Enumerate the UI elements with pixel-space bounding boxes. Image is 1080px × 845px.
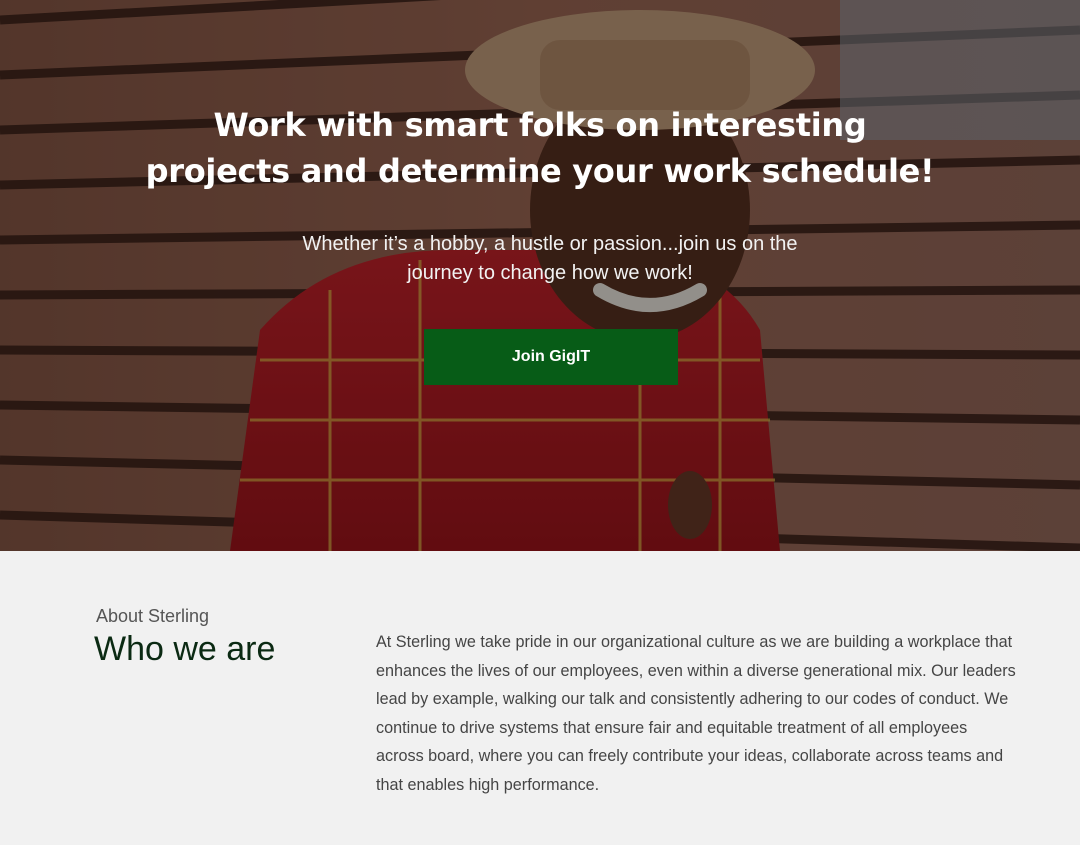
about-heading: Who we are xyxy=(94,630,276,668)
join-gigit-button[interactable]: Join GigIT xyxy=(424,329,678,385)
about-eyebrow: About Sterling xyxy=(96,606,210,626)
hero-title: Work with smart folks on interesting pro… xyxy=(145,106,935,190)
hero-section: Work with smart folks on interesting pro… xyxy=(0,0,1080,551)
about-body-text: At Sterling we take pride in our organiz… xyxy=(376,633,1016,794)
hero-content: Work with smart folks on interesting pro… xyxy=(0,0,1080,551)
hero-subtitle: Whether it’s a hobby, a hustle or passio… xyxy=(302,233,798,284)
